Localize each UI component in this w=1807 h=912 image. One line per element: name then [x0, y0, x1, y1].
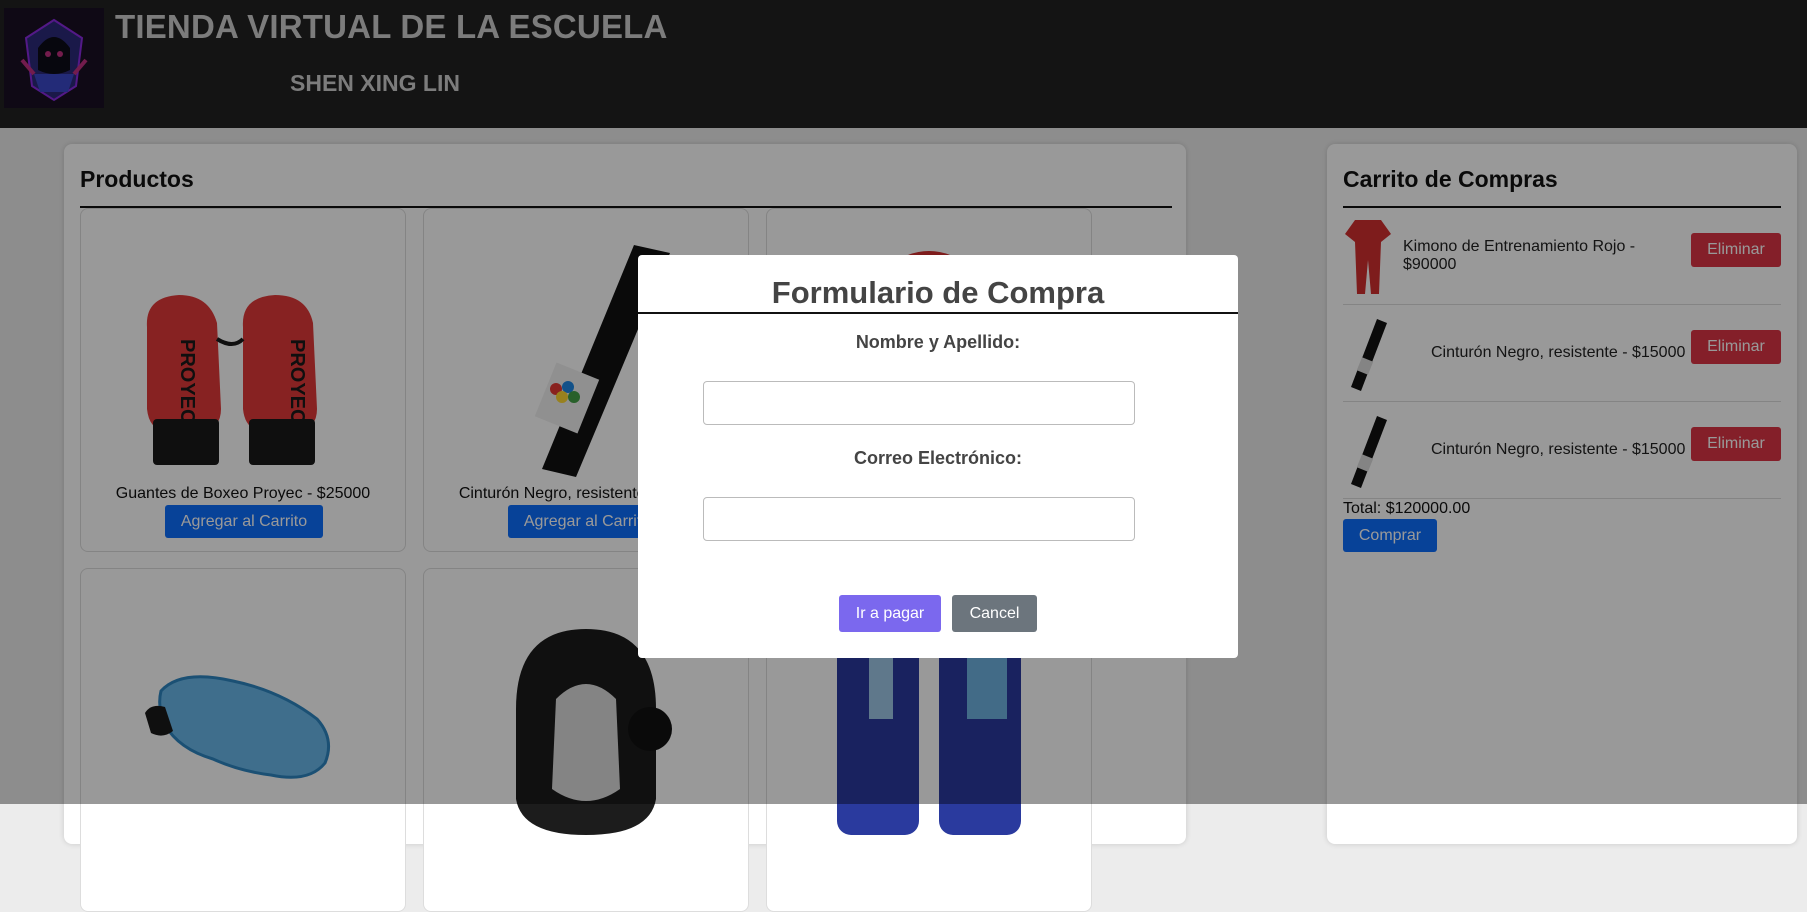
purchase-form-modal: Formulario de Compra Nombre y Apellido: … — [638, 255, 1238, 658]
cancel-button[interactable]: Cancel — [952, 595, 1037, 632]
email-field[interactable] — [703, 497, 1135, 541]
modal-divider — [638, 312, 1238, 314]
go-to-pay-button[interactable]: Ir a pagar — [839, 595, 941, 632]
name-field[interactable] — [703, 381, 1135, 425]
modal-title: Formulario de Compra — [771, 275, 1105, 310]
email-label: Correo Electrónico: — [853, 448, 1023, 468]
name-label: Nombre y Apellido: — [855, 332, 1021, 352]
